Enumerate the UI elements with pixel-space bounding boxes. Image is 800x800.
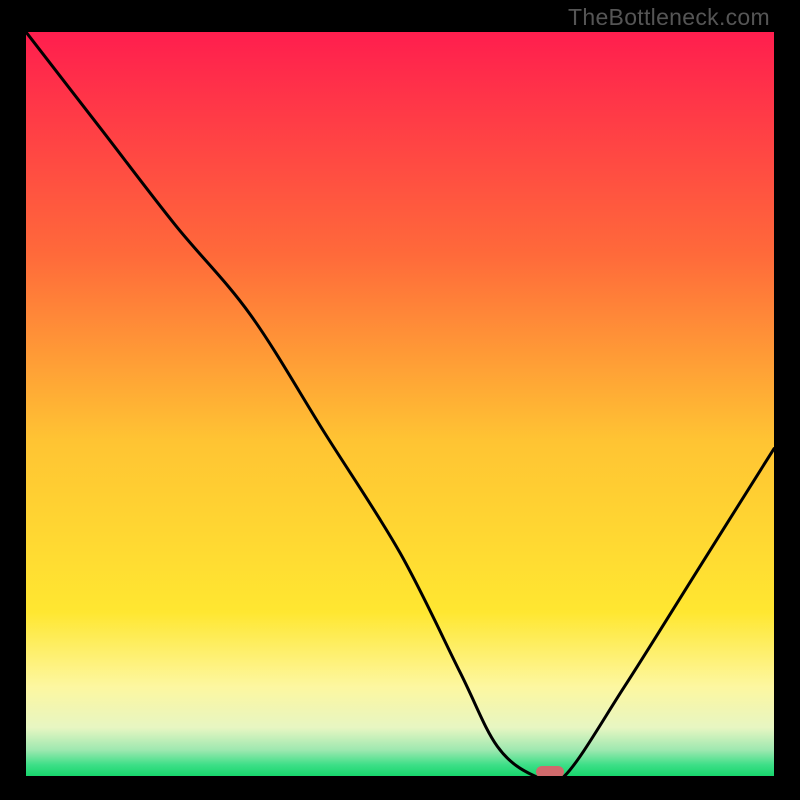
watermark-text: TheBottleneck.com <box>568 4 770 31</box>
optimal-marker <box>536 766 564 776</box>
bottleneck-curve <box>26 32 774 776</box>
plot-area <box>26 32 774 776</box>
chart-frame: TheBottleneck.com <box>0 0 800 800</box>
